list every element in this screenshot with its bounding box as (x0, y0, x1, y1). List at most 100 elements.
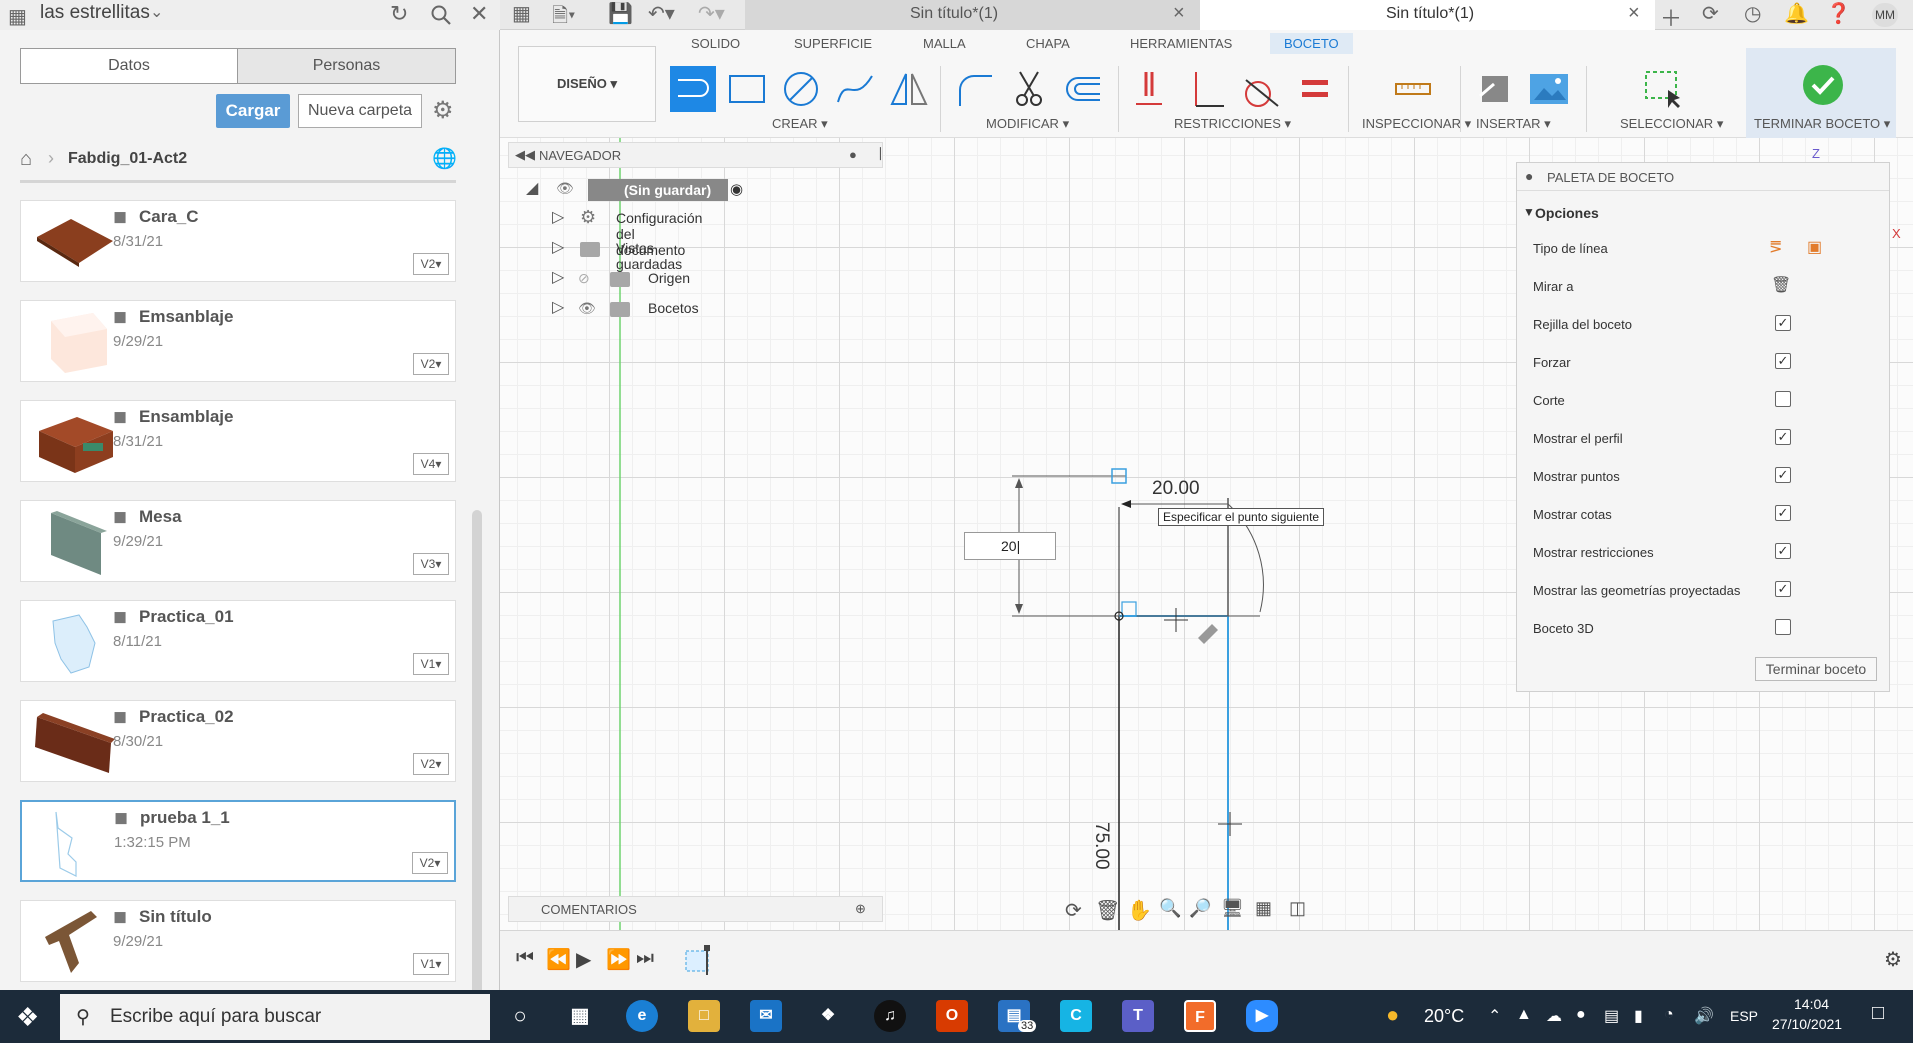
edge-icon[interactable]: e (626, 1000, 658, 1032)
linetype-construction-icon[interactable]: ⪚ (1769, 237, 1782, 257)
timeline-start-icon[interactable]: ⏮ (516, 947, 534, 970)
timeline-prev-icon[interactable]: ⏪ (546, 947, 571, 972)
close-icon[interactable]: × (1628, 2, 1640, 25)
navigator-root[interactable]: (Sin guardar) (588, 179, 728, 201)
equal-constraint-icon[interactable] (1292, 66, 1338, 112)
linetype-centerline-icon[interactable]: ▣ (1807, 237, 1822, 257)
version-badge[interactable]: V3▾ (413, 553, 449, 575)
group-inspeccionar[interactable]: INSPECCIONAR ▾ (1362, 116, 1471, 132)
rectangle-tool-icon[interactable] (724, 66, 770, 112)
tab-personas[interactable]: Personas (238, 49, 455, 83)
expand-icon[interactable]: ▷ (552, 237, 564, 257)
line-tool-icon[interactable] (670, 66, 716, 112)
tiktok-icon[interactable]: ♫ (874, 1000, 906, 1032)
temperature[interactable]: 20°C (1424, 1006, 1464, 1027)
expand-icon[interactable]: ▷ (552, 267, 564, 287)
close-panel-icon[interactable]: ✕ (470, 1, 488, 27)
checkbox-rejilla[interactable]: ✓ (1775, 315, 1791, 331)
new-folder-button[interactable]: Nueva carpeta (298, 94, 422, 128)
dropbox-icon[interactable]: ❖ (812, 1000, 844, 1032)
timeline-sketch-feature-icon[interactable] (684, 943, 716, 977)
look-at-icon[interactable]: 🗑 (1095, 898, 1120, 923)
zoom-app-icon[interactable]: ▶ (1246, 1000, 1278, 1032)
tab-solido[interactable]: SOLIDO (691, 36, 740, 51)
save-icon[interactable]: 💾 (608, 1, 633, 26)
tray-app-icon[interactable]: ▲ (1516, 1006, 1532, 1024)
grid-settings-icon[interactable]: ▦ (1255, 898, 1272, 919)
redo-icon[interactable]: ↷▾ (698, 1, 725, 26)
insert-image-icon[interactable] (1526, 66, 1572, 112)
job-status-icon[interactable]: ◷ (1744, 1, 1761, 26)
file-card[interactable]: ◼ Cara_C 8/31/21 V2▾ (20, 200, 456, 282)
teams-icon[interactable]: T (1122, 1000, 1154, 1032)
weather-icon[interactable]: ● (1386, 1002, 1399, 1028)
timeline-end-icon[interactable]: ⏭ (636, 947, 654, 970)
onedrive-icon[interactable]: ☁ (1546, 1006, 1562, 1026)
chevron-down-icon[interactable]: ⌄ (150, 2, 163, 22)
mirror-tool-icon[interactable] (886, 66, 932, 112)
expand-icon[interactable]: ▷ (552, 207, 564, 227)
wifi-icon[interactable]: ◔ (1664, 1006, 1674, 1024)
grid-menu-icon[interactable]: ▦ (512, 1, 531, 26)
expand-icon[interactable]: ▷ (552, 297, 564, 317)
c-app-icon[interactable]: C (1060, 1000, 1092, 1032)
new-tab-icon[interactable]: ＋ (1660, 1, 1682, 33)
tab-herramientas[interactable]: HERRAMIENTAS (1130, 36, 1232, 51)
globe-icon[interactable]: 🌐 (432, 146, 457, 171)
pin-icon[interactable]: ❘ (875, 145, 886, 161)
file-card[interactable]: ◼ Ensamblaje 8/31/21 V4▾ (20, 400, 456, 482)
eye-icon[interactable]: 👁 (578, 300, 596, 317)
palette-header[interactable]: ● PALETA DE BOCETO (1517, 163, 1889, 191)
notifications-icon[interactable]: 🔔 (1784, 1, 1809, 26)
clock-date[interactable]: 27/10/2021 (1772, 1016, 1842, 1032)
orbit-icon[interactable]: ⟳ (1065, 898, 1082, 923)
finish-sketch-palette-button[interactable]: Terminar boceto (1755, 657, 1877, 681)
task-view-icon[interactable]: ▦ (564, 1000, 596, 1032)
version-badge[interactable]: V2▾ (412, 852, 448, 874)
tab-malla[interactable]: MALLA (923, 36, 966, 51)
dimension-vertical[interactable]: 75.00 (1090, 822, 1112, 870)
file-card[interactable]: ◼ Mesa 9/29/21 V3▾ (20, 500, 456, 582)
home-icon[interactable]: ⌂ (20, 148, 32, 171)
tab-superficie[interactable]: SUPERFICIE (794, 36, 872, 51)
network-icon[interactable]: ▤ (1604, 1006, 1619, 1026)
checkbox-forzar[interactable]: ✓ (1775, 353, 1791, 369)
help-icon[interactable]: ❓ (1826, 1, 1851, 26)
version-badge[interactable]: V2▾ (413, 253, 449, 275)
microphone-icon[interactable]: ● (1576, 1006, 1586, 1024)
version-badge[interactable]: V4▾ (413, 453, 449, 475)
finish-sketch-check-icon[interactable] (1800, 62, 1846, 108)
checkbox-restricciones[interactable]: ✓ (1775, 543, 1791, 559)
comments-panel[interactable]: COMENTARIOS ⊕ (508, 896, 883, 922)
dimension-input[interactable]: 20| (964, 532, 1056, 560)
offset-tool-icon[interactable] (1060, 66, 1106, 112)
volume-icon[interactable]: 🔊 (1694, 1006, 1714, 1026)
gear-icon[interactable]: ⚙ (432, 96, 454, 125)
file-explorer-icon[interactable]: □ (688, 1000, 720, 1032)
timeline-settings-icon[interactable]: ⚙ (1884, 947, 1902, 972)
workspace-switcher[interactable]: DISEÑO ▾ (518, 46, 656, 122)
avatar[interactable]: MM (1872, 3, 1898, 27)
look-at-icon[interactable]: 🗑 (1771, 275, 1791, 295)
add-comment-icon[interactable]: ⊕ (855, 901, 866, 917)
tangent-constraint-icon[interactable] (1238, 66, 1284, 112)
fillet-tool-icon[interactable] (952, 66, 998, 112)
checkbox-boceto-3d[interactable] (1775, 619, 1791, 635)
version-badge[interactable]: V2▾ (413, 753, 449, 775)
dimension-horizontal[interactable]: 20.00 (1152, 478, 1200, 500)
search-icon[interactable] (430, 1, 452, 32)
viewports-icon[interactable]: ◫ (1289, 898, 1306, 919)
file-card[interactable]: ◼ Practica_02 8/30/21 V2▾ (20, 700, 456, 782)
version-badge[interactable]: V1▾ (413, 953, 449, 975)
office-icon[interactable]: O (936, 1000, 968, 1032)
team-name[interactable]: las estrellitas (40, 2, 150, 24)
undo-icon[interactable]: ↶▾ (648, 1, 675, 26)
insert-derive-icon[interactable] (1472, 66, 1518, 112)
notifications-center-icon[interactable]: □ (1872, 1002, 1884, 1025)
group-insertar[interactable]: INSERTAR ▾ (1476, 116, 1551, 132)
tab-document-active[interactable]: Sin título*(1) × (1200, 0, 1655, 30)
group-crear[interactable]: CREAR ▾ (772, 116, 828, 132)
file-card[interactable]: ◼ Emsanblaje 9/29/21 V2▾ (20, 300, 456, 382)
refresh-icon[interactable]: ↻ (390, 1, 408, 27)
pan-icon[interactable]: ✋ (1127, 898, 1152, 923)
